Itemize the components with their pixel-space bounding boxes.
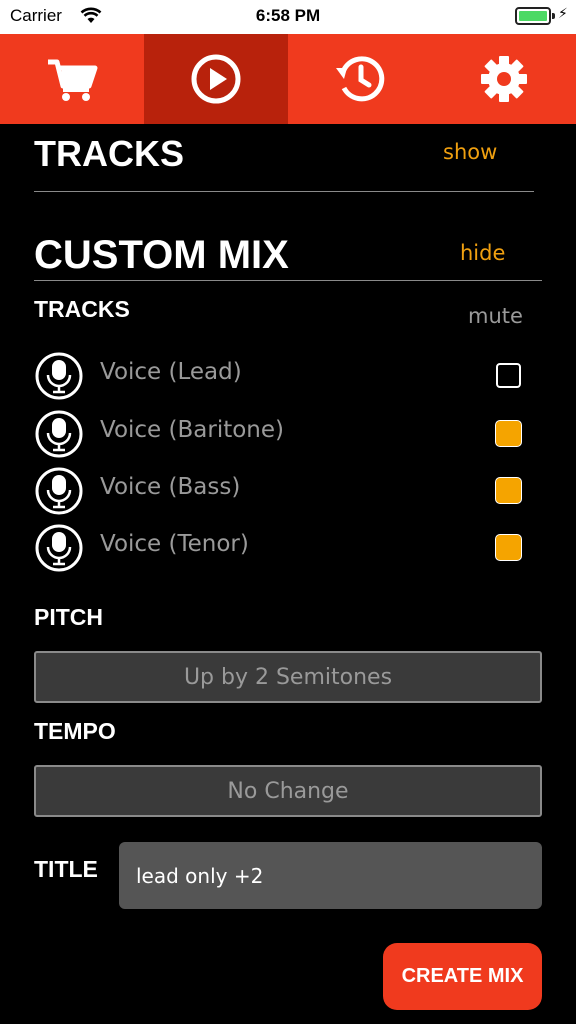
microphone-icon bbox=[35, 352, 83, 400]
mute-checkbox-tenor[interactable] bbox=[496, 535, 521, 560]
tracks-section-title: TRACKS bbox=[34, 133, 184, 174]
top-tab-bar bbox=[0, 34, 576, 124]
gear-icon bbox=[481, 56, 527, 102]
track-row-lead: Voice (Lead) bbox=[34, 351, 534, 401]
custom-mix-hide-link[interactable]: hide bbox=[460, 241, 505, 265]
track-row-baritone: Voice (Baritone) bbox=[34, 409, 534, 459]
microphone-icon bbox=[35, 467, 83, 515]
custom-mix-title: CUSTOM MIX bbox=[34, 233, 289, 277]
pitch-select[interactable]: Up by 2 Semitones bbox=[34, 651, 542, 703]
status-bar: Carrier 6:58 PM ⚡ bbox=[0, 0, 576, 34]
mute-checkbox-baritone[interactable] bbox=[496, 421, 521, 446]
tracks-show-link[interactable]: show bbox=[443, 140, 497, 164]
custom-mix-divider bbox=[34, 280, 542, 281]
track-row-bass: Voice (Bass) bbox=[34, 466, 534, 516]
battery-tip bbox=[552, 13, 555, 19]
tab-settings[interactable] bbox=[432, 34, 576, 124]
history-icon bbox=[336, 56, 385, 102]
track-label: Voice (Bass) bbox=[100, 474, 241, 500]
battery-icon bbox=[515, 7, 551, 25]
mute-checkbox-lead[interactable] bbox=[496, 363, 521, 388]
track-label: Voice (Lead) bbox=[100, 359, 242, 385]
track-row-tenor: Voice (Tenor) bbox=[34, 523, 534, 573]
mute-column-label: mute bbox=[468, 304, 523, 328]
tempo-heading: TEMPO bbox=[34, 718, 116, 744]
track-label: Voice (Baritone) bbox=[100, 417, 284, 443]
track-label: Voice (Tenor) bbox=[100, 531, 249, 557]
tab-player[interactable] bbox=[144, 34, 288, 124]
shopping-cart-icon bbox=[48, 59, 98, 101]
tracks-divider bbox=[34, 191, 534, 192]
create-mix-button[interactable]: CREATE MIX bbox=[383, 943, 542, 1010]
clock: 6:58 PM bbox=[255, 6, 321, 25]
tab-history[interactable] bbox=[288, 34, 432, 124]
title-input[interactable]: lead only +2 bbox=[119, 842, 542, 909]
tempo-select[interactable]: No Change bbox=[34, 765, 542, 817]
charging-icon: ⚡ bbox=[558, 6, 568, 22]
microphone-icon bbox=[35, 524, 83, 572]
play-icon bbox=[191, 54, 241, 104]
tracks-heading: TRACKS bbox=[34, 296, 130, 322]
tab-store[interactable] bbox=[0, 34, 144, 124]
pitch-heading: PITCH bbox=[34, 604, 103, 630]
microphone-icon bbox=[35, 410, 83, 458]
title-label: TITLE bbox=[34, 856, 98, 882]
mute-checkbox-bass[interactable] bbox=[496, 478, 521, 503]
